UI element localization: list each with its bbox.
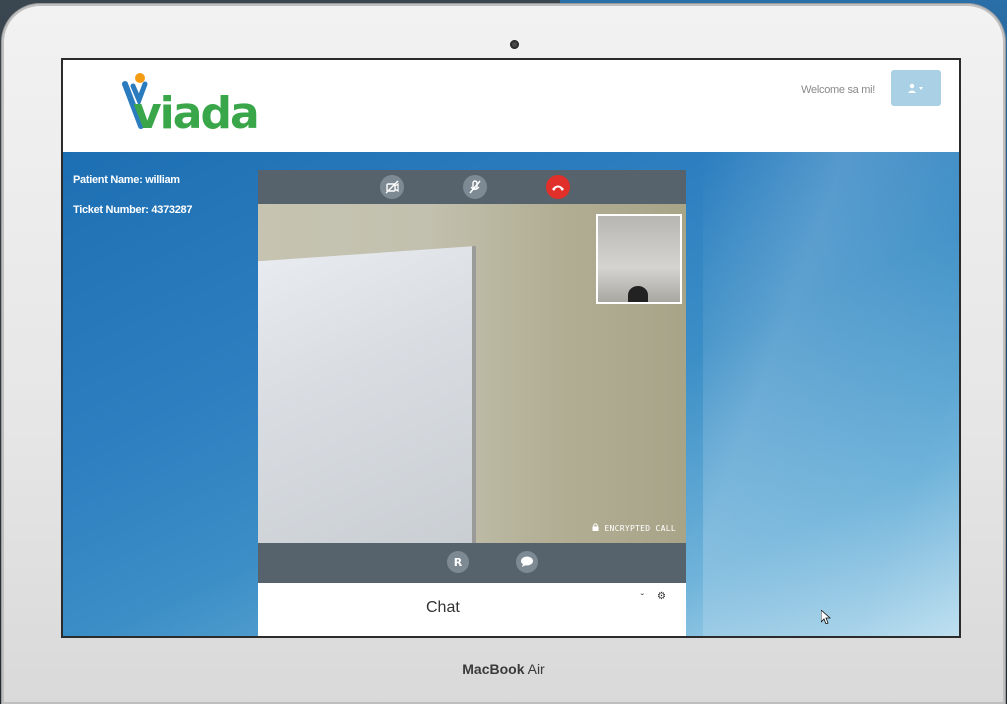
user-menu-button[interactable] (891, 70, 941, 106)
chat-panel-header[interactable]: Chat ˇ ⚙ (258, 583, 686, 636)
webcam-dot (510, 40, 519, 49)
hangup-icon (552, 185, 564, 191)
app-header: viada Welcome sa mi! (63, 60, 959, 152)
chat-bubble-icon (521, 556, 533, 567)
camera-toggle-button[interactable] (380, 175, 404, 199)
mic-toggle-button[interactable] (463, 175, 487, 199)
chat-title: Chat (426, 599, 460, 616)
ticket-number: Ticket Number: 4373287 (73, 204, 193, 216)
chevron-down-icon[interactable]: ˇ (641, 593, 644, 604)
video-content-whiteboard (258, 246, 476, 543)
welcome-text: Welcome sa mi! (801, 84, 875, 96)
main-content: Patient Name: william Ticket Number: 437… (63, 152, 959, 636)
camera-off-icon (385, 180, 399, 194)
hangup-button[interactable] (546, 175, 570, 199)
viada-logo[interactable]: viada (95, 66, 260, 150)
encrypted-call-label: ENCRYPTED CALL (592, 523, 676, 533)
mouse-cursor-icon (821, 610, 831, 624)
device-brand: MacBook (462, 661, 525, 677)
mic-off-icon (469, 180, 481, 194)
patient-name: Patient Name: william (73, 174, 180, 186)
encrypted-call-text: ENCRYPTED CALL (604, 524, 676, 533)
device-model: Air (527, 661, 545, 677)
chat-toggle-button[interactable] (516, 551, 538, 573)
gear-icon[interactable]: ⚙ (657, 591, 666, 602)
prescription-button[interactable]: R (447, 551, 469, 573)
prescription-icon: R (453, 555, 463, 569)
video-call-panel: ENCRYPTED CALL R Chat ˇ ⚙ (258, 170, 686, 636)
tools-bar: R (258, 543, 686, 583)
laptop-screen: viada Welcome sa mi! Patient Name: willi… (61, 58, 961, 638)
device-label: MacBook Air (0, 661, 1007, 677)
lock-icon (592, 523, 599, 531)
call-controls-bar (258, 170, 686, 204)
self-view-video (596, 214, 682, 304)
user-caret-icon (908, 83, 923, 93)
logo-text: viada (133, 88, 260, 139)
remote-video: ENCRYPTED CALL (258, 204, 686, 543)
patient-info: Patient Name: william Ticket Number: 437… (73, 174, 192, 234)
